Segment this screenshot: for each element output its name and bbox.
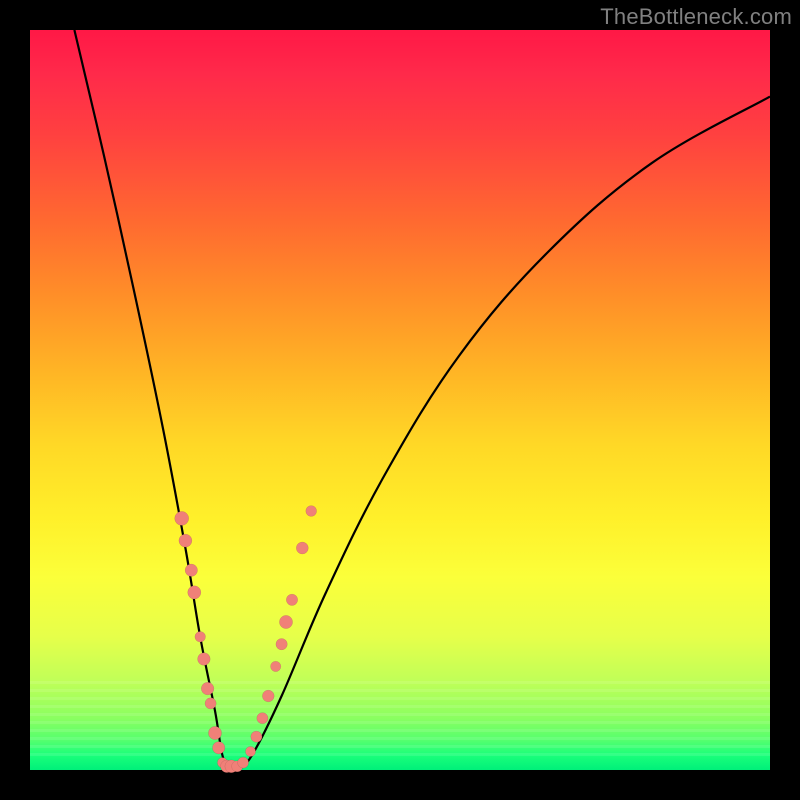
scatter-point	[208, 726, 221, 739]
scatter-group	[175, 506, 317, 773]
curve-path	[74, 30, 770, 772]
watermark-text: TheBottleneck.com	[600, 4, 792, 30]
scatter-point	[276, 639, 287, 650]
scatter-point	[245, 746, 255, 756]
scatter-point	[271, 661, 281, 671]
scatter-point	[179, 534, 192, 547]
scatter-point	[257, 713, 268, 724]
scatter-point	[188, 586, 201, 599]
scatter-point	[279, 615, 292, 628]
scatter-point	[238, 757, 249, 768]
scatter-point	[306, 506, 317, 517]
scatter-point	[175, 511, 189, 525]
scatter-point	[195, 632, 206, 643]
chart-svg	[30, 30, 770, 770]
scatter-point	[198, 653, 211, 666]
plot-area	[30, 30, 770, 770]
scatter-point	[296, 542, 308, 554]
scatter-point	[251, 731, 262, 742]
scatter-point	[185, 564, 197, 576]
scatter-point	[205, 698, 216, 709]
scatter-point	[201, 682, 214, 695]
scatter-point	[286, 594, 297, 605]
scatter-point	[262, 690, 274, 702]
chart-frame: TheBottleneck.com	[0, 0, 800, 800]
scatter-point	[213, 742, 225, 754]
